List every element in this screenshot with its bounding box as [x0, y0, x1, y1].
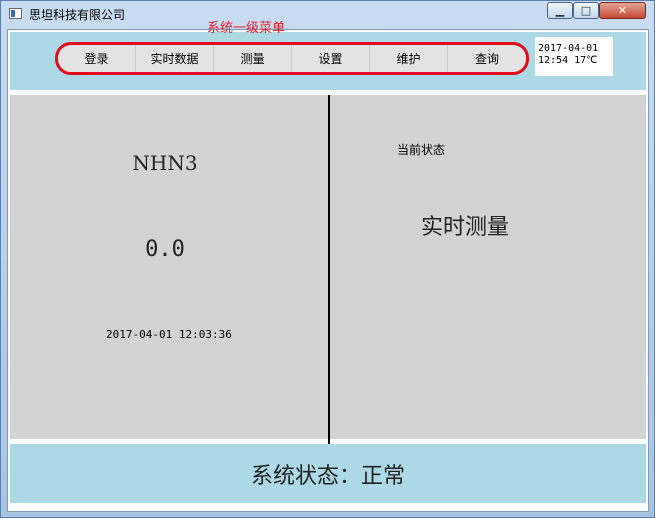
- clock-display: 2017-04-01 12:54 17℃: [535, 37, 613, 76]
- client-area: 登录 实时数据 测量 设置 维护 查询 2017-04-01 12:54 17℃…: [7, 29, 649, 512]
- main-menu: 登录 实时数据 测量 设置 维护 查询: [55, 42, 529, 75]
- current-state-value: 实时测量: [420, 215, 509, 240]
- menu-item-realtime-data[interactable]: 实时数据: [136, 45, 214, 72]
- menu-item-query[interactable]: 查询: [448, 45, 526, 72]
- close-icon: ✕: [617, 4, 628, 17]
- current-state-label: 当前状态: [397, 143, 446, 157]
- minimize-icon: ▁: [555, 4, 565, 17]
- system-status-value: 正常: [361, 463, 406, 489]
- menu-item-maintenance[interactable]: 维护: [370, 45, 448, 72]
- minimize-button[interactable]: ▁: [547, 2, 573, 19]
- menu-item-settings[interactable]: 设置: [292, 45, 370, 72]
- maximize-icon: □: [580, 4, 592, 17]
- system-status: 系统状态：正常: [251, 458, 405, 490]
- status-bar: 系统状态：正常: [10, 444, 646, 503]
- gas-name: NHN3: [132, 151, 198, 175]
- clock-time-temperature: 12:54 17℃: [538, 55, 598, 66]
- menu-item-measure[interactable]: 测量: [214, 45, 292, 72]
- reading-timestamp: 2017-04-01 12:03:36: [106, 328, 232, 341]
- menu-item-login[interactable]: 登录: [58, 45, 136, 72]
- clock-date: 2017-04-01: [538, 43, 599, 54]
- menu-annotation-label: 系统一级菜单: [207, 21, 286, 36]
- app-icon: [9, 8, 22, 19]
- state-panel: 当前状态 实时测量: [330, 95, 646, 439]
- close-button[interactable]: ✕: [599, 2, 646, 19]
- title-bar[interactable]: 思坦科技有限公司 ▁ □ ✕: [1, 1, 654, 28]
- window-title: 思坦科技有限公司: [29, 8, 126, 22]
- app-window: 思坦科技有限公司 ▁ □ ✕ 登录 实时数据 测量 设置 维护 查询 2017-…: [0, 0, 655, 518]
- maximize-button[interactable]: □: [573, 2, 599, 19]
- gas-value: 0.0: [145, 237, 185, 262]
- system-status-label: 系统状态：: [250, 463, 361, 489]
- menu-panel: 登录 实时数据 测量 设置 维护 查询 2017-04-01 12:54 17℃: [10, 32, 646, 90]
- reading-panel: NHN3 0.0 2017-04-01 12:03:36: [10, 95, 328, 439]
